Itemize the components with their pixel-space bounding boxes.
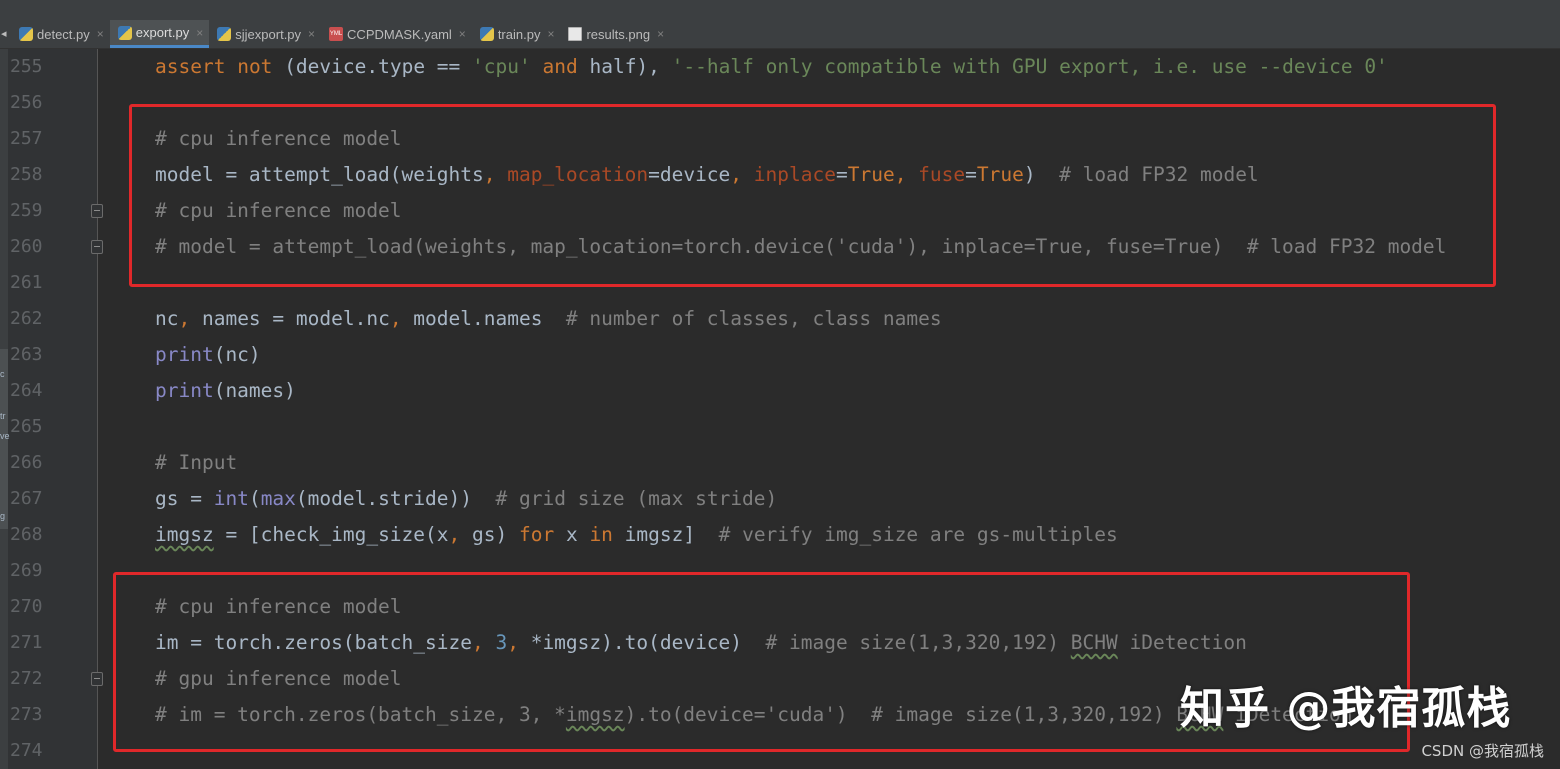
tab-label: export.py xyxy=(135,25,190,40)
tab-scroll-left-icon[interactable]: ◂ xyxy=(0,20,11,48)
tab-sjjexport-py[interactable]: sjjexport.py × xyxy=(209,20,321,48)
code-token: gs) xyxy=(472,523,519,546)
code-token: # number of classes, class names xyxy=(565,307,942,330)
code-token: (names) xyxy=(213,379,296,402)
line-number: 269 xyxy=(10,560,43,581)
code-token: 'cpu' xyxy=(472,55,531,78)
code-line-268: imgsz = [check_img_size(x, gs) for x in … xyxy=(155,517,1118,553)
csdn-credit: CSDN @我宿孤栈 xyxy=(1421,742,1544,760)
line-number: 268 xyxy=(10,524,43,545)
line-number: 271 xyxy=(10,632,43,653)
python-file-icon xyxy=(117,25,132,40)
code-token: print xyxy=(155,343,214,366)
line-number: 258 xyxy=(10,164,43,185)
code-token: and xyxy=(542,55,578,78)
line-number: 259 xyxy=(10,200,43,221)
fold-marker-icon[interactable] xyxy=(91,204,103,218)
code-token: gs = xyxy=(155,487,214,510)
tab-export-py[interactable]: export.py × xyxy=(109,20,210,48)
tab-label: results.png xyxy=(586,26,651,42)
line-number: 263 xyxy=(10,344,43,365)
code-token: # verify img_size are gs-multiples xyxy=(718,523,1118,546)
code-token: imgsz xyxy=(155,523,214,546)
close-icon[interactable]: × xyxy=(196,26,203,40)
code-token: # grid size (max stride) xyxy=(495,487,778,510)
line-number: 267 xyxy=(10,488,43,509)
python-file-icon xyxy=(217,27,232,41)
line-number-gutter: 255 256 257 258 259 260 261 262 263 264 … xyxy=(0,49,98,769)
yaml-file-icon: YML xyxy=(329,27,344,41)
tab-results-png[interactable]: results.png × xyxy=(560,20,670,48)
code-token: (nc) xyxy=(213,343,261,366)
panel-edge-text: c xyxy=(0,369,5,379)
zhihu-watermark: 知乎 @我宿孤栈 xyxy=(1180,683,1512,734)
code-line-263: print(nc) xyxy=(155,337,261,373)
code-line-262: nc, names = model.nc, model.names # numb… xyxy=(155,301,942,337)
close-icon[interactable]: × xyxy=(459,27,466,41)
code-token: = [check_img_size(x xyxy=(213,523,449,546)
project-panel-edge[interactable]: c tr ve g xyxy=(0,49,10,769)
code-token: , xyxy=(178,307,202,330)
image-file-icon xyxy=(568,27,583,41)
tab-label: CCPDMASK.yaml xyxy=(347,26,452,42)
highlight-box-model-load xyxy=(129,104,1496,287)
close-icon[interactable]: × xyxy=(97,27,104,41)
code-token: print xyxy=(155,379,214,402)
line-number: 270 xyxy=(10,596,43,617)
code-token: nc xyxy=(155,307,179,330)
line-number: 262 xyxy=(10,308,43,329)
code-token: for xyxy=(518,523,555,546)
python-file-icon xyxy=(479,27,494,41)
python-file-icon xyxy=(19,27,33,41)
close-icon[interactable]: × xyxy=(657,27,664,41)
line-number: 264 xyxy=(10,380,43,401)
tab-label: sjjexport.py xyxy=(235,26,302,42)
code-token: half), xyxy=(589,55,672,78)
line-number: 273 xyxy=(10,704,43,725)
line-number: 256 xyxy=(10,92,43,113)
line-number: 265 xyxy=(10,416,43,437)
code-token: , xyxy=(389,307,414,330)
close-icon[interactable]: × xyxy=(308,27,315,41)
code-token: , xyxy=(448,523,472,546)
close-icon[interactable]: × xyxy=(547,27,554,41)
code-token: names = model.nc xyxy=(201,307,390,330)
code-token: model.names xyxy=(413,307,566,330)
tab-train-py[interactable]: train.py × xyxy=(472,20,561,48)
tab-ccpdmask-yaml[interactable]: YML CCPDMASK.yaml × xyxy=(321,20,472,48)
panel-edge-text: g xyxy=(0,511,6,521)
code-token: max xyxy=(260,487,296,510)
fold-marker-icon[interactable] xyxy=(91,240,103,254)
code-token: '--half only compatible with GPU export,… xyxy=(671,55,1388,78)
fold-marker-icon[interactable] xyxy=(91,672,103,686)
panel-edge-text: ve xyxy=(0,431,10,441)
code-line-266: # Input xyxy=(155,451,238,474)
line-number: 260 xyxy=(10,236,43,257)
panel-edge-text: tr xyxy=(0,411,6,421)
line-number: 261 xyxy=(10,272,43,293)
line-number: 257 xyxy=(10,128,43,149)
title-strip xyxy=(0,0,1560,20)
code-token: in xyxy=(589,523,613,546)
code-line-255: assert not (device.type == 'cpu' and hal… xyxy=(155,49,1388,85)
code-token: assert xyxy=(155,55,226,78)
code-line-267: gs = int(max(model.stride)) # grid size … xyxy=(155,481,777,517)
code-token: int xyxy=(213,487,249,510)
tab-label: detect.py xyxy=(37,26,90,42)
line-number: 266 xyxy=(10,452,43,473)
code-token: not xyxy=(237,55,273,78)
line-number: 274 xyxy=(10,740,43,761)
line-number: 272 xyxy=(10,668,43,689)
code-token: ( xyxy=(248,487,261,510)
tab-label: train.py xyxy=(497,26,541,42)
code-token: (model.stride)) xyxy=(295,487,496,510)
code-token: (device.type == xyxy=(284,55,473,78)
line-number: 255 xyxy=(10,56,43,77)
code-token: x xyxy=(554,523,590,546)
code-token: imgsz] xyxy=(612,523,719,546)
code-line-264: print(names) xyxy=(155,373,296,409)
tab-detect-py[interactable]: detect.py × xyxy=(11,20,110,48)
editor-tab-bar: ◂ detect.py × export.py × sjjexport.py ×… xyxy=(0,20,1560,49)
